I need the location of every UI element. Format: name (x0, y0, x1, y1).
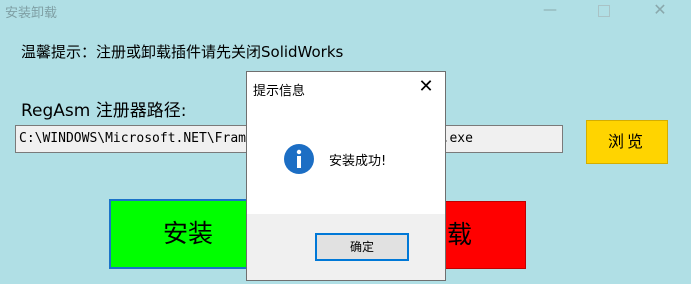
minimize-button[interactable]: — (527, 0, 573, 22)
install-button[interactable]: 安装 (109, 199, 267, 269)
maximize-button[interactable] (581, 0, 627, 22)
close-button[interactable]: ✕ (637, 0, 683, 22)
maximize-icon (598, 5, 610, 17)
warning-hint: 温馨提示：注册或卸载插件请先关闭SolidWorks (21, 43, 344, 61)
message-dialog: 提示信息 ✕ 安装成功! 确定 (246, 71, 446, 281)
dialog-message: 安装成功! (329, 154, 387, 169)
title-bar: 安装卸载 — ✕ (0, 0, 691, 22)
dialog-footer: 确定 (247, 214, 445, 280)
dialog-title: 提示信息 (253, 84, 306, 99)
dialog-close-button[interactable]: ✕ (415, 76, 437, 98)
info-icon (284, 144, 314, 174)
browse-button[interactable]: 浏览 (586, 120, 668, 164)
window-title: 安装卸载 (5, 6, 58, 21)
regasm-path-label: RegAsm 注册器路径: (21, 101, 187, 121)
dialog-title-bar: 提示信息 ✕ (247, 72, 445, 103)
ok-button[interactable]: 确定 (315, 233, 409, 261)
